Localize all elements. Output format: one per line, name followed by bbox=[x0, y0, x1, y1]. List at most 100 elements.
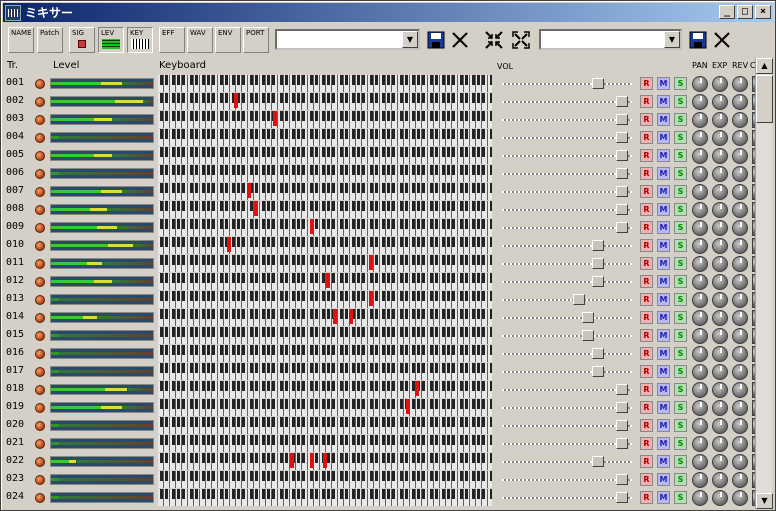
record-button[interactable]: R bbox=[640, 239, 653, 252]
rev-dial[interactable] bbox=[732, 382, 748, 398]
mute-button[interactable]: M bbox=[657, 329, 670, 342]
env-button[interactable]: ENV bbox=[215, 27, 241, 53]
rev-dial[interactable] bbox=[732, 490, 748, 506]
exp-dial[interactable] bbox=[712, 454, 728, 470]
exp-dial[interactable] bbox=[712, 310, 728, 326]
mute-button[interactable]: M bbox=[657, 257, 670, 270]
clear-right-button[interactable] bbox=[711, 29, 733, 51]
pan-dial[interactable] bbox=[692, 94, 708, 110]
mute-button[interactable]: M bbox=[657, 347, 670, 360]
pan-dial[interactable] bbox=[692, 382, 708, 398]
volume-knob[interactable] bbox=[573, 294, 585, 305]
solo-button[interactable]: S bbox=[674, 257, 687, 270]
solo-button[interactable]: S bbox=[674, 185, 687, 198]
pan-dial[interactable] bbox=[692, 472, 708, 488]
record-button[interactable]: R bbox=[640, 329, 653, 342]
exp-dial[interactable] bbox=[712, 184, 728, 200]
chevron-down-icon[interactable]: ▼ bbox=[402, 31, 418, 48]
mute-led[interactable] bbox=[35, 331, 45, 341]
pan-dial[interactable] bbox=[692, 112, 708, 128]
rev-dial[interactable] bbox=[732, 328, 748, 344]
volume-slider[interactable] bbox=[496, 111, 638, 128]
pan-dial[interactable] bbox=[692, 454, 708, 470]
solo-button[interactable]: S bbox=[674, 365, 687, 378]
mute-button[interactable]: M bbox=[657, 473, 670, 486]
mute-led[interactable] bbox=[35, 403, 45, 413]
mute-button[interactable]: M bbox=[657, 203, 670, 216]
exp-dial[interactable] bbox=[712, 76, 728, 92]
mute-button[interactable]: M bbox=[657, 95, 670, 108]
clear-left-button[interactable] bbox=[449, 29, 471, 51]
port-button[interactable]: PORT bbox=[243, 27, 269, 53]
solo-button[interactable]: S bbox=[674, 203, 687, 216]
exp-dial[interactable] bbox=[712, 238, 728, 254]
mute-button[interactable]: M bbox=[657, 437, 670, 450]
volume-knob[interactable] bbox=[592, 276, 604, 287]
volume-knob[interactable] bbox=[616, 186, 628, 197]
mute-button[interactable]: M bbox=[657, 491, 670, 504]
solo-button[interactable]: S bbox=[674, 77, 687, 90]
volume-slider[interactable] bbox=[496, 273, 638, 290]
solo-button[interactable]: S bbox=[674, 329, 687, 342]
exp-dial[interactable] bbox=[712, 112, 728, 128]
volume-knob[interactable] bbox=[616, 132, 628, 143]
pan-dial[interactable] bbox=[692, 220, 708, 236]
mute-button[interactable]: M bbox=[657, 167, 670, 180]
mute-button[interactable]: M bbox=[657, 365, 670, 378]
record-button[interactable]: R bbox=[640, 149, 653, 162]
exp-dial[interactable] bbox=[712, 202, 728, 218]
solo-button[interactable]: S bbox=[674, 383, 687, 396]
mute-led[interactable] bbox=[35, 79, 45, 89]
record-button[interactable]: R bbox=[640, 77, 653, 90]
pan-dial[interactable] bbox=[692, 346, 708, 362]
rev-dial[interactable] bbox=[732, 148, 748, 164]
solo-button[interactable]: S bbox=[674, 131, 687, 144]
exp-dial[interactable] bbox=[712, 400, 728, 416]
pan-dial[interactable] bbox=[692, 490, 708, 506]
solo-button[interactable]: S bbox=[674, 473, 687, 486]
exp-dial[interactable] bbox=[712, 472, 728, 488]
mute-button[interactable]: M bbox=[657, 113, 670, 126]
mute-button[interactable]: M bbox=[657, 455, 670, 468]
record-button[interactable]: R bbox=[640, 347, 653, 360]
mute-button[interactable]: M bbox=[657, 239, 670, 252]
record-button[interactable]: R bbox=[640, 383, 653, 396]
volume-slider[interactable] bbox=[496, 471, 638, 488]
rev-dial[interactable] bbox=[732, 292, 748, 308]
pan-dial[interactable] bbox=[692, 328, 708, 344]
scroll-down-arrow[interactable]: ▼ bbox=[756, 493, 773, 509]
volume-slider[interactable] bbox=[496, 219, 638, 236]
mute-led[interactable] bbox=[35, 385, 45, 395]
volume-slider[interactable] bbox=[496, 147, 638, 164]
volume-knob[interactable] bbox=[616, 402, 628, 413]
rev-dial[interactable] bbox=[732, 310, 748, 326]
exp-dial[interactable] bbox=[712, 328, 728, 344]
mute-button[interactable]: M bbox=[657, 293, 670, 306]
exp-dial[interactable] bbox=[712, 490, 728, 506]
pan-dial[interactable] bbox=[692, 436, 708, 452]
solo-button[interactable]: S bbox=[674, 167, 687, 180]
record-button[interactable]: R bbox=[640, 221, 653, 234]
record-button[interactable]: R bbox=[640, 257, 653, 270]
mute-led[interactable] bbox=[35, 313, 45, 323]
rev-dial[interactable] bbox=[732, 238, 748, 254]
record-button[interactable]: R bbox=[640, 95, 653, 108]
volume-slider[interactable] bbox=[496, 75, 638, 92]
mute-button[interactable]: M bbox=[657, 77, 670, 90]
rev-dial[interactable] bbox=[732, 418, 748, 434]
rev-dial[interactable] bbox=[732, 184, 748, 200]
exp-dial[interactable] bbox=[712, 148, 728, 164]
collapse-button[interactable] bbox=[483, 29, 505, 51]
pan-dial[interactable] bbox=[692, 418, 708, 434]
rev-dial[interactable] bbox=[732, 94, 748, 110]
scroll-up-arrow[interactable]: ▲ bbox=[756, 58, 773, 74]
solo-button[interactable]: S bbox=[674, 455, 687, 468]
volume-knob[interactable] bbox=[616, 420, 628, 431]
mute-led[interactable] bbox=[35, 367, 45, 377]
solo-button[interactable]: S bbox=[674, 347, 687, 360]
volume-knob[interactable] bbox=[592, 78, 604, 89]
pan-dial[interactable] bbox=[692, 184, 708, 200]
volume-slider[interactable] bbox=[496, 291, 638, 308]
record-button[interactable]: R bbox=[640, 401, 653, 414]
solo-button[interactable]: S bbox=[674, 149, 687, 162]
